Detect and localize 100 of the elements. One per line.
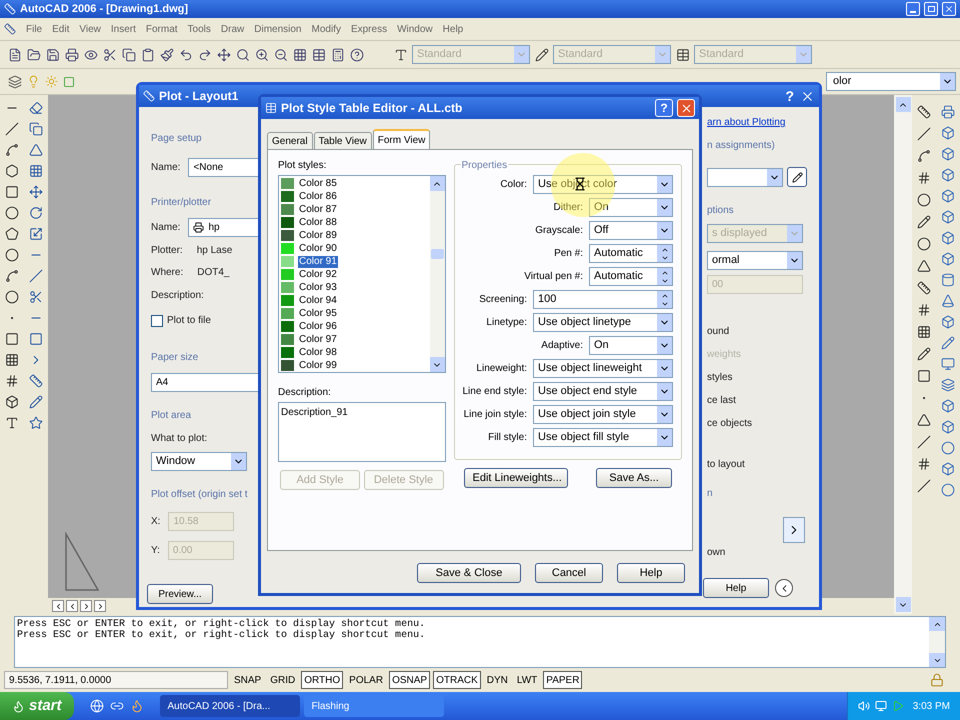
previous-tab-button[interactable]	[66, 600, 78, 612]
menu-item[interactable]: Edit	[52, 22, 70, 36]
tab[interactable]: Table View	[314, 132, 372, 149]
pan-icon[interactable]	[217, 48, 231, 62]
vertical-scrollbar[interactable]	[894, 95, 912, 614]
triangle-icon[interactable]	[29, 143, 43, 157]
ruler-icon[interactable]	[917, 105, 931, 119]
slash-icon[interactable]	[917, 127, 931, 141]
menu-item[interactable]: Modify	[312, 22, 341, 36]
hatch-icon[interactable]	[5, 374, 19, 388]
grid-icon[interactable]	[293, 48, 307, 62]
zoom-in-icon[interactable]	[255, 48, 269, 62]
hexagon-icon[interactable]	[5, 164, 19, 178]
text-style-icon[interactable]	[394, 48, 408, 62]
status-toggle[interactable]: ORTHO	[301, 671, 344, 689]
spinner-icon[interactable]	[657, 268, 672, 285]
menu-item[interactable]: Help	[442, 22, 464, 36]
status-toggle[interactable]: PAPER	[543, 671, 582, 689]
list-item[interactable]: Color 85	[298, 178, 338, 190]
list-item[interactable]: Color 92	[298, 268, 338, 280]
copy-icon[interactable]	[122, 48, 136, 62]
grid-icon[interactable]	[917, 325, 931, 339]
flame-icon[interactable]	[130, 699, 144, 713]
rectangle-icon[interactable]	[5, 332, 19, 346]
cylinder-icon[interactable]	[941, 273, 955, 287]
property-combo[interactable]: Use object end style	[533, 382, 673, 401]
help-title-button[interactable]: ?	[655, 99, 673, 117]
spinner-icon[interactable]	[657, 245, 672, 262]
list-item[interactable]: Color 97	[298, 334, 338, 346]
undo-icon[interactable]	[179, 48, 193, 62]
help-button[interactable]: Help	[703, 578, 769, 598]
list-item[interactable]: Color 86	[298, 190, 338, 202]
slash-icon[interactable]	[917, 435, 931, 449]
pencil-icon[interactable]	[917, 215, 931, 229]
menu-item[interactable]: View	[79, 22, 101, 36]
help-icon[interactable]	[350, 48, 364, 62]
globe-icon[interactable]	[90, 699, 104, 713]
help-title-button[interactable]: ?	[783, 86, 796, 106]
box-icon[interactable]	[5, 395, 19, 409]
copy-icon[interactable]	[29, 122, 43, 136]
color-combo[interactable]: olor	[826, 72, 956, 91]
arc-icon[interactable]	[917, 149, 931, 163]
ruler-icon[interactable]	[29, 374, 43, 388]
move-icon[interactable]	[29, 185, 43, 199]
preview-icon[interactable]	[84, 48, 98, 62]
slash-icon[interactable]	[5, 122, 19, 136]
slash-icon[interactable]	[29, 269, 43, 283]
star-icon[interactable]	[29, 416, 43, 430]
sphere-icon[interactable]	[941, 441, 955, 455]
pencil-icon[interactable]	[535, 48, 549, 62]
pencil-icon[interactable]	[29, 395, 43, 409]
curve-icon[interactable]	[5, 143, 19, 157]
property-combo[interactable]: Use object linetype	[533, 313, 673, 332]
hatch-icon[interactable]	[917, 303, 931, 317]
circle-icon[interactable]	[917, 237, 931, 251]
quality-combo[interactable]: ormal	[707, 251, 803, 270]
property-combo[interactable]: On	[589, 336, 673, 355]
property-combo[interactable]: 100	[533, 290, 673, 309]
triangle-icon[interactable]	[917, 413, 931, 427]
brush-icon[interactable]	[160, 48, 174, 62]
scale-icon[interactable]	[29, 227, 43, 241]
dialog-button[interactable]: Help	[617, 563, 685, 583]
taskbar-button[interactable]: AutoCAD 2006 - [Dra...	[160, 695, 300, 717]
list-item[interactable]: Color 99	[298, 360, 338, 372]
document-icon[interactable]	[4, 23, 16, 35]
layers-icon[interactable]	[8, 74, 22, 88]
last-tab-button[interactable]	[94, 600, 106, 612]
restore-button[interactable]	[924, 2, 938, 16]
description-field[interactable]: Description_91	[278, 402, 446, 462]
menu-item[interactable]: Express	[350, 22, 388, 36]
dialog-button[interactable]: Edit Lineweights...	[464, 468, 568, 488]
scrollbar[interactable]	[430, 176, 444, 372]
status-toggle[interactable]: GRID	[267, 671, 298, 689]
sphere-icon[interactable]	[941, 483, 955, 497]
volume-icon[interactable]	[858, 700, 870, 712]
collapse-button[interactable]	[775, 579, 793, 597]
list-item[interactable]: Color 98	[298, 346, 338, 358]
circle-icon[interactable]	[5, 290, 19, 304]
close-button[interactable]	[942, 2, 956, 16]
preview-button[interactable]: Preview...	[147, 584, 213, 604]
grid-icon[interactable]	[29, 164, 43, 178]
status-toggle[interactable]: DYN	[484, 671, 511, 689]
taskbar-button[interactable]: Flashing	[304, 695, 444, 717]
pencil-icon[interactable]	[917, 347, 931, 361]
slash-icon[interactable]	[917, 479, 931, 493]
hatch-icon[interactable]	[917, 171, 931, 185]
triangle-icon[interactable]	[917, 259, 931, 273]
dialog-button[interactable]: Cancel	[535, 563, 603, 583]
hatch-icon[interactable]	[917, 457, 931, 471]
rotate-icon[interactable]	[29, 206, 43, 220]
redo-icon[interactable]	[198, 48, 212, 62]
status-toggle[interactable]: OTRACK	[433, 671, 481, 689]
lock-icon[interactable]	[930, 673, 944, 687]
menu-item[interactable]: Draw	[220, 22, 244, 36]
menu-item[interactable]: Tools	[188, 22, 211, 36]
new-file-icon[interactable]	[8, 48, 22, 62]
save-icon[interactable]	[46, 48, 60, 62]
menu-item[interactable]: Format	[146, 22, 178, 36]
tab[interactable]: Form View	[372, 129, 430, 149]
list-item[interactable]: Color 93	[298, 282, 338, 294]
